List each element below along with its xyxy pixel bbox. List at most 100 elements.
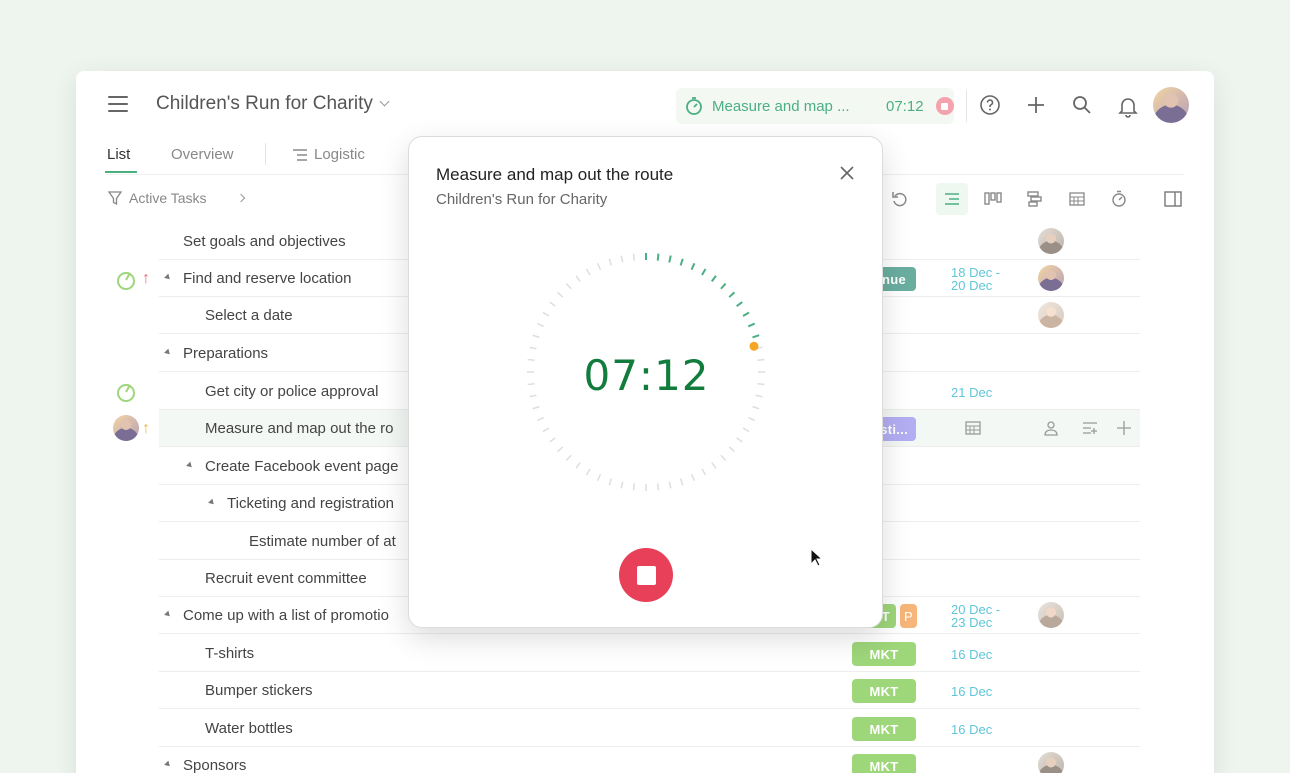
collapse-icon[interactable] [186, 461, 194, 470]
tab-active-indicator [105, 171, 137, 173]
dial-tick [532, 334, 540, 339]
task-name: Get city or police approval [205, 383, 379, 400]
tab-divider [265, 143, 266, 165]
dial-tick [565, 283, 572, 290]
help-icon[interactable] [978, 93, 1002, 117]
person-icon[interactable] [1043, 420, 1059, 441]
filter-label: Active Tasks [129, 190, 207, 206]
running-timer[interactable]: Measure and map ... 07:12 [676, 88, 954, 124]
task-name: Create Facebook event page [205, 458, 399, 475]
project-title[interactable]: Children's Run for Charity [156, 93, 390, 115]
plus-icon[interactable] [1116, 420, 1132, 441]
chevron-down-icon [379, 96, 390, 107]
header-divider [966, 90, 967, 122]
subtasks-icon[interactable] [1082, 420, 1098, 441]
menu-icon[interactable] [108, 96, 128, 112]
dial-tick-elapsed [742, 311, 750, 317]
dial-tick [690, 474, 696, 482]
collapse-icon[interactable] [164, 273, 172, 282]
collapse-icon[interactable] [164, 348, 172, 357]
stop-icon [941, 102, 949, 110]
search-icon[interactable] [1070, 93, 1094, 117]
collapse-icon[interactable] [164, 610, 172, 619]
dial-tick [565, 454, 572, 461]
assignee-avatar[interactable] [1038, 228, 1064, 254]
gantt-view-icon[interactable] [1024, 188, 1046, 210]
calendar-view-icon[interactable] [1066, 188, 1088, 210]
modal-title: Measure and map out the route [436, 165, 674, 184]
mkt-tag: MKT [852, 642, 916, 666]
dial-tick-elapsed [690, 262, 696, 271]
in-progress-status-icon[interactable] [117, 384, 135, 402]
dial-tick [549, 301, 556, 307]
tab-logistic-label: Logistic [314, 146, 365, 163]
calendar-icon[interactable] [965, 420, 981, 441]
dial-tick-elapsed [728, 291, 736, 298]
task-row[interactable]: Sponsors MKT [159, 747, 1140, 773]
dial-tick [585, 268, 591, 276]
board-view-icon[interactable] [982, 188, 1004, 210]
in-progress-status-icon[interactable] [117, 272, 135, 290]
tab-overview[interactable]: Overview [171, 146, 234, 163]
high-priority-icon[interactable]: ↑ [142, 271, 150, 287]
task-name: Set goals and objectives [183, 233, 346, 250]
task-row[interactable]: Bumper stickers MKT 16 Dec [159, 672, 1140, 709]
user-avatar[interactable] [1153, 87, 1189, 123]
dial-tick [620, 255, 624, 263]
due-date: 16 Dec [951, 647, 993, 662]
chevron-right-icon [236, 193, 245, 203]
dial-tick [557, 291, 564, 298]
running-timer-label: Measure and map ... [712, 97, 850, 115]
filter-icon [108, 190, 122, 205]
assignee-avatar[interactable] [1038, 752, 1064, 773]
collapse-icon[interactable] [164, 760, 172, 769]
assignee-avatar[interactable] [113, 415, 139, 441]
mouse-cursor-icon [810, 548, 824, 567]
due-date: 21 Dec [951, 385, 993, 400]
medium-priority-icon[interactable]: ↑ [142, 421, 150, 437]
task-name: Water bottles [205, 720, 293, 737]
collapse-icon[interactable] [208, 498, 216, 507]
tab-list[interactable]: List [107, 146, 130, 163]
p-tag: P [900, 604, 917, 628]
task-row[interactable]: T-shirts MKT 16 Dec [159, 635, 1140, 672]
plus-icon[interactable] [1024, 93, 1048, 117]
bell-icon[interactable] [1116, 95, 1140, 119]
dial-tick [575, 275, 581, 282]
dial-tick [668, 481, 672, 489]
task-name: Measure and map out the ro [205, 420, 394, 437]
assignee-avatar[interactable] [1038, 302, 1064, 328]
dial-tick-elapsed [747, 322, 756, 328]
assignee-avatar[interactable] [1038, 265, 1064, 291]
dial-tick [701, 468, 707, 476]
close-icon[interactable] [837, 163, 857, 183]
task-row[interactable]: Water bottles MKT 16 Dec [159, 710, 1140, 747]
dial-tick [620, 481, 624, 489]
task-name: Ticketing and registration [227, 495, 395, 512]
dial-tick [542, 427, 550, 433]
stop-timer-button[interactable] [935, 97, 954, 115]
time-view-icon[interactable] [1108, 188, 1130, 210]
side-panel-icon[interactable] [1162, 188, 1184, 210]
mkt-tag: MKT [852, 717, 916, 741]
stop-button[interactable] [619, 548, 673, 602]
dial-progress-marker [749, 341, 759, 351]
dial-tick [742, 427, 750, 433]
dial-tick-elapsed [720, 282, 727, 290]
task-name: Select a date [205, 307, 293, 324]
modal-timer-display: 07:12 [583, 351, 710, 400]
dial-tick [529, 346, 537, 350]
mkt-tag: MKT [852, 679, 916, 703]
dial-tick [656, 483, 660, 491]
list-view-icon [293, 148, 307, 161]
dial-tick [585, 468, 591, 476]
dial-tick-elapsed [736, 301, 743, 307]
filter-dropdown[interactable]: Active Tasks [108, 190, 245, 206]
dial-tick [536, 416, 544, 422]
assignee-avatar[interactable] [1038, 602, 1064, 628]
dial-tick [532, 405, 540, 410]
list-view-icon[interactable] [936, 183, 968, 215]
tab-logistic[interactable]: Logistic [292, 146, 365, 163]
undo-icon[interactable] [889, 188, 911, 210]
task-name: T-shirts [205, 645, 255, 662]
